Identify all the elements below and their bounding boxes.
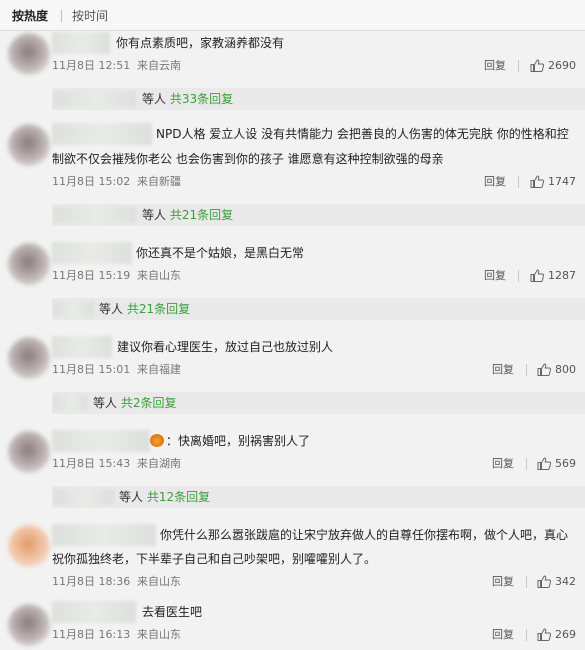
sort-by-time-tab[interactable]: 按时间	[72, 9, 108, 23]
comment-date: 11月8日 16:13	[52, 628, 131, 641]
comment-date: 11月8日 15:19	[52, 269, 131, 282]
like-count: 342	[555, 575, 576, 588]
thumbs-up-icon[interactable]	[537, 575, 551, 588]
comment-source: 来自山东	[137, 628, 181, 641]
like-count: 800	[555, 363, 576, 376]
username-blurred[interactable]	[52, 32, 110, 54]
reply-button[interactable]: 回复	[484, 175, 506, 189]
thumbs-up-icon[interactable]	[530, 175, 544, 188]
sub-replies-box: 等人 共12条回复	[52, 486, 585, 508]
sort-divider	[61, 10, 62, 22]
action-divider	[518, 176, 519, 188]
sub-username-blurred	[54, 489, 114, 505]
sub-replies-summary: 等人 共33条回复	[142, 92, 233, 106]
sub-replies-summary: 等人 共21条回复	[142, 208, 233, 222]
thumbs-up-icon[interactable]	[537, 628, 551, 641]
sub-username-blurred	[54, 301, 94, 317]
comment-text: 建议你看心理医生，放过自己也放过别人	[117, 340, 334, 354]
username-blurred[interactable]	[52, 430, 150, 452]
sort-by-hot-tab[interactable]: 按热度	[12, 9, 48, 23]
view-replies-link[interactable]: 共33条回复	[170, 92, 233, 106]
reply-button[interactable]: 回复	[484, 59, 506, 73]
comment-source: 来自山东	[137, 269, 181, 282]
username-blurred[interactable]	[52, 601, 136, 623]
action-divider	[526, 629, 527, 641]
avatar[interactable]	[8, 337, 50, 379]
action-divider	[518, 270, 519, 282]
sub-username-blurred	[54, 207, 136, 223]
reply-button[interactable]: 回复	[492, 628, 514, 642]
username-blurred[interactable]	[52, 336, 112, 358]
view-replies-link[interactable]: 共2条回复	[121, 396, 177, 410]
username-blurred[interactable]	[52, 242, 132, 264]
comment-text: 你还真不是个姑娘，是黑白无常	[136, 246, 305, 260]
avatar[interactable]	[8, 604, 50, 646]
comment-text: NPD人格 爱立人设 没有共情能力 会把善良的人伤害的体无完肤 你的性格和控	[156, 127, 569, 141]
username-blurred[interactable]	[52, 123, 152, 145]
action-divider	[526, 364, 527, 376]
action-divider	[526, 576, 527, 588]
sub-replies-summary: 等人 共2条回复	[93, 396, 176, 410]
like-count: 569	[555, 457, 576, 470]
comment-text: 你凭什么那么嚣张跋扈的让宋宁放弃做人的自尊任你摆布啊，做个人吧，真心	[160, 528, 569, 542]
username-blurred[interactable]	[52, 524, 156, 546]
comment-text-body: ：快离婚吧，别祸害别人了	[166, 434, 311, 448]
sub-prefix: 等人	[142, 92, 167, 106]
thumbs-up-icon[interactable]	[537, 363, 551, 376]
reply-button[interactable]: 回复	[484, 269, 506, 283]
reply-button[interactable]: 回复	[492, 363, 514, 377]
like-count: 1747	[548, 175, 576, 188]
comment-source: 来自山东	[137, 575, 181, 588]
action-divider	[518, 60, 519, 72]
avatar[interactable]	[8, 33, 50, 75]
view-replies-link[interactable]: 共21条回复	[170, 208, 233, 222]
comment-source: 来自福建	[137, 363, 181, 376]
comment-source: 来自新疆	[137, 175, 181, 188]
sub-prefix: 等人	[119, 490, 144, 504]
sort-bar: 按热度 按时间	[0, 0, 585, 31]
sub-username-blurred	[54, 395, 88, 411]
emoji-icon	[150, 434, 164, 447]
sub-replies-summary: 等人 共12条回复	[119, 490, 210, 504]
sub-replies-box: 等人 共33条回复	[52, 88, 585, 110]
view-replies-link[interactable]: 共12条回复	[147, 490, 210, 504]
sub-prefix: 等人	[99, 302, 124, 316]
like-count: 269	[555, 628, 576, 641]
comment-text: ：快离婚吧，别祸害别人了	[150, 431, 310, 452]
like-count: 1287	[548, 269, 576, 282]
sub-replies-box: 等人 共21条回复	[52, 204, 585, 226]
comment-date: 11月8日 12:51	[52, 59, 131, 72]
comment-date: 11月8日 15:43	[52, 457, 131, 470]
sub-username-blurred	[54, 91, 136, 107]
sub-replies-box: 等人 共21条回复	[52, 298, 585, 320]
reply-button[interactable]: 回复	[492, 457, 514, 471]
comment-text: 去看医生吧	[142, 605, 203, 619]
sub-prefix: 等人	[93, 396, 118, 410]
comment-date: 11月8日 15:02	[52, 175, 131, 188]
action-divider	[526, 458, 527, 470]
comment-source: 来自云南	[137, 59, 181, 72]
reply-button[interactable]: 回复	[492, 575, 514, 589]
sub-replies-summary: 等人 共21条回复	[99, 302, 190, 316]
sub-prefix: 等人	[142, 208, 167, 222]
avatar[interactable]	[8, 243, 50, 285]
comment-date: 11月8日 15:01	[52, 363, 131, 376]
like-count: 2690	[548, 59, 576, 72]
comment-text: 你有点素质吧，家教涵养都没有	[116, 36, 285, 50]
avatar[interactable]	[8, 124, 50, 166]
avatar[interactable]	[8, 525, 50, 567]
sub-replies-box: 等人 共2条回复	[52, 392, 585, 414]
thumbs-up-icon[interactable]	[537, 457, 551, 470]
comment-text-line2: 制欲不仅会摧残你老公 也会伤害到你的孩子 谁愿意有这种控制欲强的母亲	[52, 152, 444, 166]
view-replies-link[interactable]: 共21条回复	[127, 302, 190, 316]
comment-date: 11月8日 18:36	[52, 575, 131, 588]
thumbs-up-icon[interactable]	[530, 59, 544, 72]
thumbs-up-icon[interactable]	[530, 269, 544, 282]
comment-text-line2: 祝你孤独终老，下半辈子自己和自己吵架吧，别嚯嚯别人了。	[52, 552, 377, 566]
comment-source: 来自湖南	[137, 457, 181, 470]
avatar[interactable]	[8, 431, 50, 473]
